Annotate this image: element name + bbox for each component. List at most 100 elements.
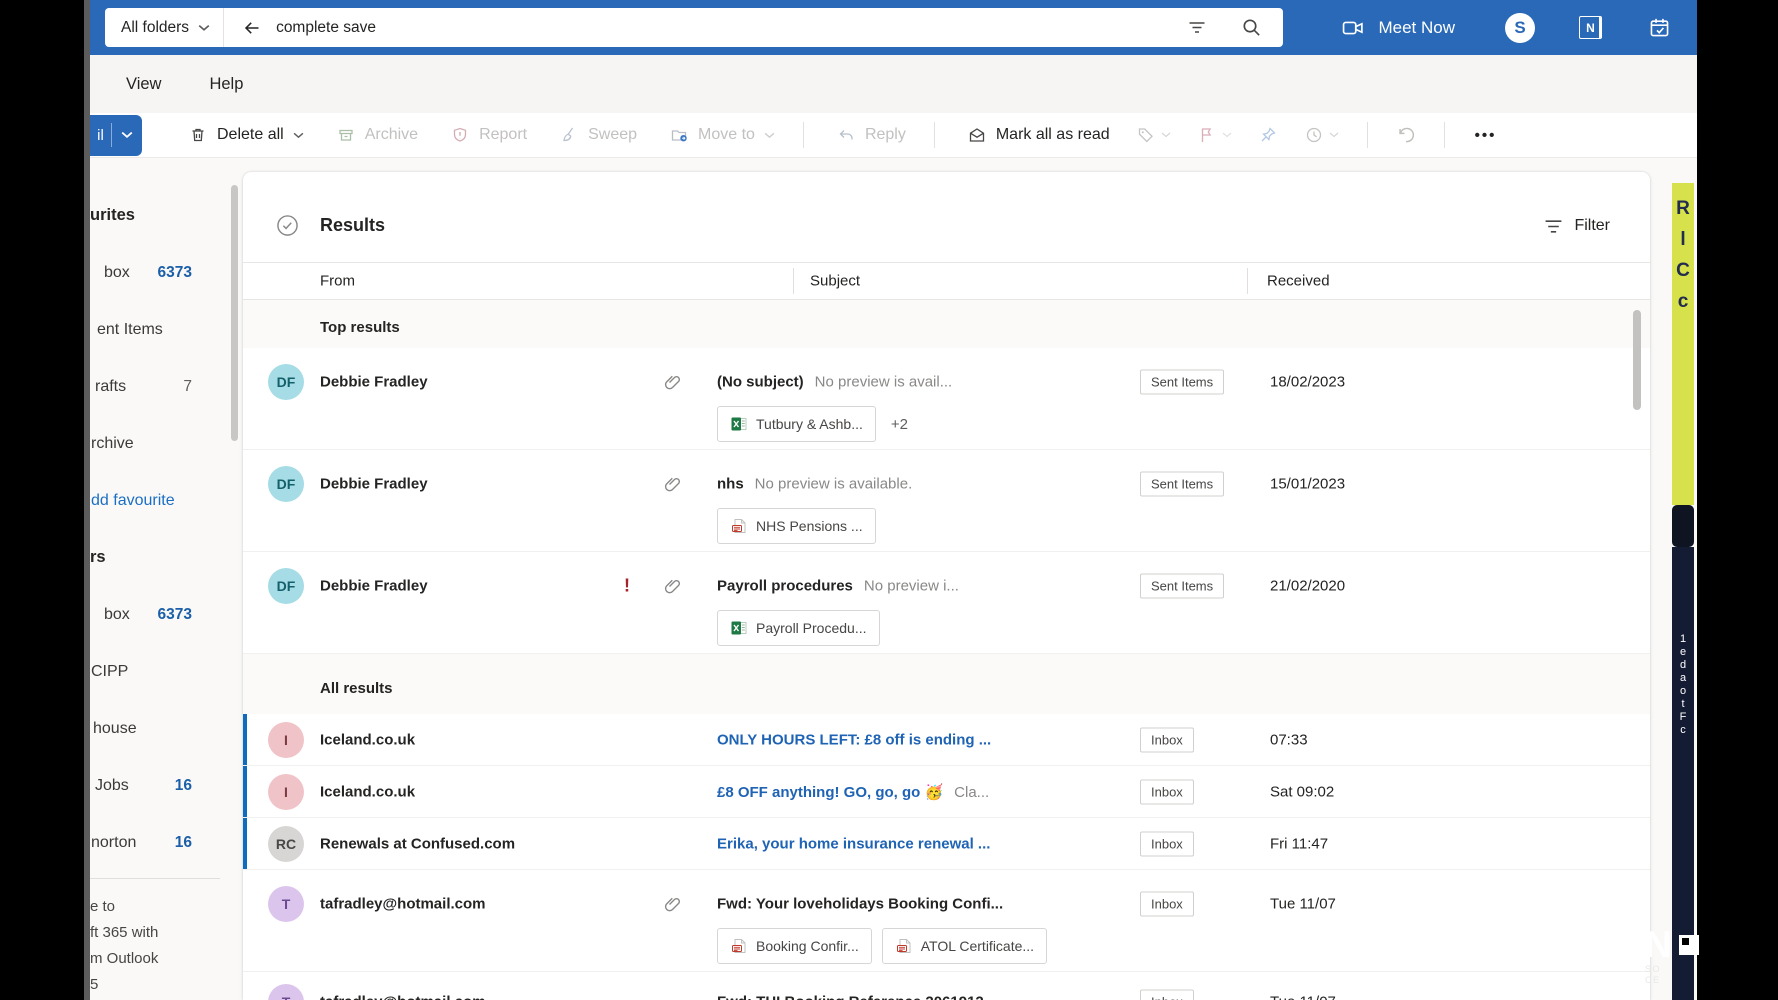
search-scope-label: All folders [121,19,189,37]
results-scrollbar[interactable] [1633,310,1641,410]
unread-indicator [243,714,247,765]
flag-button [1197,125,1232,145]
menu-help[interactable]: Help [209,75,243,94]
flag-icon [1197,125,1217,145]
attachment-chip[interactable]: ATOL Certificate... [882,928,1047,964]
sidebar-item[interactable]: rafts7 [90,358,230,415]
top-app-bar: All folders complete save [90,0,1697,55]
reply-arrow-icon [836,125,856,145]
onenote-icon[interactable]: N [1579,16,1602,39]
folder-badge: Sent Items [1140,574,1224,599]
shield-alert-icon [450,125,470,145]
column-subject[interactable]: Subject [810,273,860,290]
chevron-down-icon [293,132,304,139]
sidebar-item[interactable]: CIPP [90,643,230,700]
mark-all-read-button[interactable]: Mark all as read [967,125,1110,145]
paperclip-icon [662,576,682,596]
paperclip-icon [662,894,682,914]
chevron-down-icon [1161,132,1171,138]
select-all-check-icon[interactable] [275,213,300,238]
delete-all-button[interactable]: Delete all [188,125,304,145]
attachment-chip[interactable]: Booking Confir... [717,928,872,964]
message-row[interactable]: Ttafradley@hotmail.comFwd: Your loveholi… [243,870,1650,972]
watermark-square-icon [1679,935,1699,955]
meet-now-camera-icon[interactable] [1341,18,1365,38]
section-label: All results [243,654,1650,714]
menu-bar: View Help [90,55,1697,113]
attachment-name: Payroll Procedu... [756,620,867,636]
section-label: Top results [243,300,1650,348]
attachment-name: NHS Pensions ... [756,518,863,534]
column-received[interactable]: Received [1267,273,1330,290]
sidebar-item[interactable]: rs [90,529,230,586]
sidebar-item-label: box [104,264,130,282]
unread-indicator [243,818,247,869]
command-toolbar: il Delete all Archive Report [90,113,1697,158]
subject: nhsNo preview is available. [717,476,1133,493]
message-row[interactable]: DFDebbie Fradley!Payroll proceduresNo pr… [243,552,1650,654]
message-row[interactable]: DFDebbie Fradley(No subject)No preview i… [243,348,1650,450]
sidebar-item[interactable]: urites [90,187,230,244]
importance-icon: ! [624,576,630,597]
received-date: Tue 11/07 [1270,896,1336,913]
message-row[interactable]: IIceland.co.uk£8 OFF anything! GO, go, g… [243,766,1650,818]
meet-now-button[interactable]: Meet Now [1378,18,1455,38]
watermark-logo: N SO CE [1645,926,1699,986]
search-bar[interactable]: All folders complete save [105,8,1283,47]
attachment-chip[interactable]: NHS Pensions ... [717,508,876,544]
sidebar-item[interactable]: house [90,700,230,757]
message-row[interactable]: Ttafradley@hotmail.comFwd: THI Booking R… [243,972,1650,1000]
sidebar-item[interactable]: box6373 [90,244,230,301]
attachment-chips: Tutbury & Ashb...+2 [717,406,908,442]
sidebar-item[interactable]: ent Items [90,301,230,358]
sidebar-item-label: house [93,720,137,738]
message-row[interactable]: RCRenewals at Confused.comErika, your ho… [243,818,1650,870]
skype-icon[interactable]: S [1505,13,1535,43]
message-row[interactable]: DFDebbie FradleynhsNo preview is availab… [243,450,1650,552]
sidebar-item-label: dd favourite [91,492,175,510]
subject-title: Payroll procedures [717,578,853,595]
folder-badge: Inbox [1140,892,1194,917]
attachment-chip[interactable]: Payroll Procedu... [717,610,880,646]
more-options-button[interactable]: ••• [1475,127,1497,144]
avatar: I [268,774,304,810]
attachment-chip[interactable]: Tutbury & Ashb... [717,406,876,442]
sidebar-divider [90,878,220,879]
folder-badge: Sent Items [1140,472,1224,497]
attachment-name: Tutbury & Ashb... [756,416,863,432]
undo-button [1394,124,1416,146]
search-scope-dropdown[interactable]: All folders [105,8,224,47]
sweep-button: Sweep [559,125,637,145]
ad-strip-yellow: RlCc [1672,183,1694,505]
menu-view[interactable]: View [126,75,161,94]
sender-name: Debbie Fradley [320,476,428,493]
calendar-check-icon[interactable] [1648,16,1671,39]
snooze-button [1304,125,1339,145]
sender-name: Iceland.co.uk [320,732,415,749]
folder-sidebar: uritesbox6373ent Itemsrafts7rchivedd fav… [90,158,230,1000]
sidebar-item[interactable]: box6373 [90,586,230,643]
new-mail-button[interactable]: il [90,115,142,156]
sidebar-item[interactable]: rchive [90,415,230,472]
outlook-window: All folders complete save [90,0,1697,1000]
search-icon[interactable] [1241,17,1263,39]
unread-count: 7 [183,378,192,396]
unread-indicator [243,766,247,817]
sidebar-item[interactable]: norton16 [90,814,230,871]
sidebar-item[interactable]: Jobs16 [90,757,230,814]
new-mail-chevron-icon[interactable] [112,131,142,139]
filter-button[interactable]: Filter [1544,217,1610,235]
results-panel: Results Filter From Subject Received Top… [243,172,1650,1000]
message-row[interactable]: IIceland.co.ukONLY HOURS LEFT: £8 off is… [243,714,1650,766]
search-input[interactable]: complete save [276,19,376,37]
back-icon[interactable] [242,18,262,38]
sidebar-scrollbar[interactable] [231,185,238,441]
sender-name: Iceland.co.uk [320,784,415,801]
sidebar-item[interactable]: dd favourite [90,472,230,529]
sender-name: Renewals at Confused.com [320,836,515,853]
sidebar-item-label: CIPP [91,663,128,681]
subject-title: (No subject) [717,374,804,391]
column-from[interactable]: From [320,273,355,290]
subject: ONLY HOURS LEFT: £8 off is ending ... [717,732,1133,749]
search-filter-icon[interactable] [1187,18,1207,38]
